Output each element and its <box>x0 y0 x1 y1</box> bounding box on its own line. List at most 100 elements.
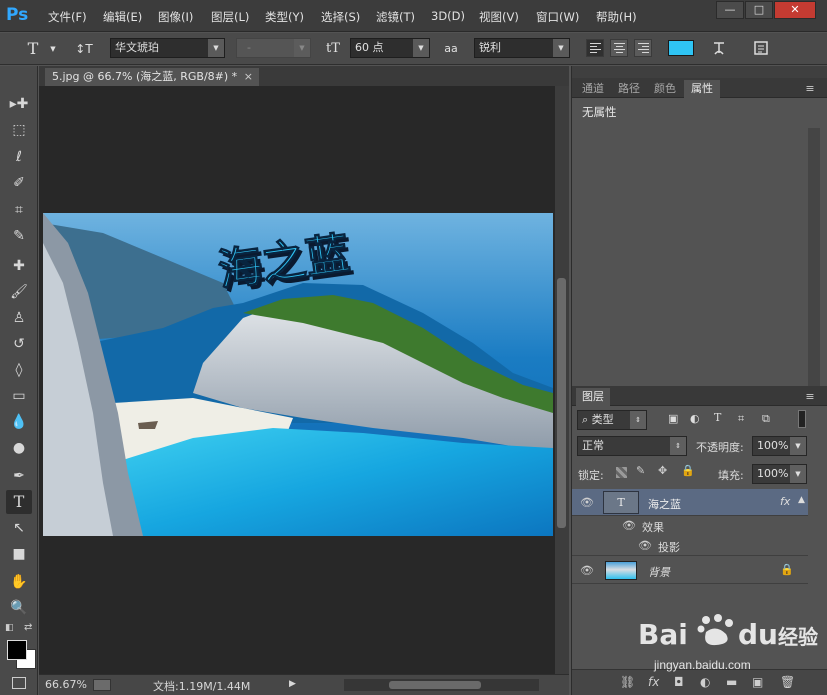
character-panel-icon[interactable] <box>750 39 772 59</box>
font-size-icon: tT <box>326 41 340 56</box>
visibility-eye-icon[interactable]: 👁 <box>622 519 636 532</box>
lock-pixels-icon[interactable]: ✎ <box>636 464 645 477</box>
layer-effect-drop-shadow-row[interactable]: 👁 投影 <box>572 536 808 556</box>
layer-name[interactable]: 海之蓝 <box>648 496 681 512</box>
menu-view[interactable]: 视图(V) <box>479 9 519 25</box>
lasso-tool-icon[interactable]: ℓ <box>6 145 32 169</box>
lock-transparency-icon[interactable] <box>616 467 627 478</box>
horizontal-scroll-thumb[interactable] <box>389 681 481 689</box>
zoom-tool-icon[interactable]: 🔍 <box>6 596 32 620</box>
tool-preset-chevron-icon[interactable]: ▼ <box>47 39 59 59</box>
clone-stamp-tool-icon[interactable]: ♙ <box>6 306 32 330</box>
filter-smart-object-icon[interactable]: ⧉ <box>762 412 770 426</box>
blur-tool-icon[interactable]: 💧 <box>6 410 32 434</box>
layer-effects-row[interactable]: 👁 效果 <box>572 516 808 536</box>
type-tool-icon[interactable]: T <box>22 39 44 59</box>
visibility-eye-icon[interactable]: 👁 <box>580 564 594 577</box>
tab-color[interactable]: 颜色 <box>648 80 682 98</box>
tab-properties[interactable]: 属性 <box>684 80 720 98</box>
layer-name[interactable]: 背景 <box>648 564 670 580</box>
zoom-level[interactable]: 66.67% <box>45 678 87 691</box>
close-tab-icon[interactable]: × <box>244 68 253 86</box>
layer-row-background[interactable]: 👁 背景 🔒 <box>572 557 808 584</box>
font-size-select[interactable]: 60 点 ▼ <box>350 38 430 58</box>
move-tool-icon[interactable]: ▸✚ <box>6 92 32 116</box>
quick-selection-tool-icon[interactable]: ✐ <box>6 171 32 195</box>
expand-effects-icon[interactable]: ▲ <box>798 495 805 505</box>
close-button[interactable]: ✕ <box>774 1 816 19</box>
minimize-button[interactable]: — <box>716 1 744 19</box>
gradient-tool-icon[interactable]: ▭ <box>6 384 32 408</box>
vertical-scroll-thumb[interactable] <box>557 278 566 528</box>
blend-mode-select[interactable]: 正常 ⇕ <box>577 436 687 456</box>
menu-3d[interactable]: 3D(D) <box>431 9 465 23</box>
menu-image[interactable]: 图像(I) <box>158 9 193 25</box>
status-arrow-icon[interactable]: ▶ <box>289 679 296 689</box>
path-selection-tool-icon[interactable]: ↖ <box>6 516 32 540</box>
antialias-select[interactable]: 锐利 ▼ <box>474 38 570 58</box>
eraser-tool-icon[interactable]: ◊ <box>6 358 32 382</box>
panel-menu-icon[interactable]: ≡ <box>800 80 820 98</box>
brush-tool-icon[interactable]: 🖌 <box>6 280 32 304</box>
maximize-button[interactable]: □ <box>745 1 773 19</box>
search-icon: ⌕ <box>582 413 589 426</box>
fill-label: 填充: <box>718 469 744 482</box>
quick-mask-icon[interactable] <box>12 677 26 689</box>
healing-brush-tool-icon[interactable]: ✚ <box>6 254 32 278</box>
visibility-eye-icon[interactable]: 👁 <box>638 539 652 552</box>
tab-layers[interactable]: 图层 <box>576 388 610 406</box>
eyedropper-tool-icon[interactable]: ✎ <box>6 224 32 248</box>
filter-adjustment-icon[interactable]: ◐ <box>690 412 700 425</box>
opacity-input[interactable]: 100% ▼ <box>752 436 807 456</box>
document-tab[interactable]: 5.jpg @ 66.7% (海之蓝, RGB/8#) * × <box>45 68 259 86</box>
align-right-button[interactable] <box>634 39 652 57</box>
filter-toggle-icon[interactable] <box>798 410 806 428</box>
hand-tool-icon[interactable]: ✋ <box>6 570 32 594</box>
menu-type[interactable]: 类型(Y) <box>265 9 304 25</box>
fill-input[interactable]: 100% ▼ <box>752 464 807 484</box>
text-color-swatch[interactable] <box>668 40 694 56</box>
foreground-color-swatch[interactable] <box>7 640 27 660</box>
tab-channels[interactable]: 通道 <box>576 80 610 98</box>
vertical-scrollbar[interactable] <box>555 86 569 674</box>
status-menu-icon[interactable] <box>93 679 111 691</box>
menu-window[interactable]: 窗口(W) <box>536 9 579 25</box>
filter-pixel-icon[interactable]: ▣ <box>668 412 678 425</box>
lock-all-icon[interactable]: 🔒 <box>681 464 695 477</box>
menu-layer[interactable]: 图层(L) <box>211 9 249 25</box>
default-colors-icon[interactable]: ◧ <box>5 623 14 633</box>
filter-type-icon[interactable]: T <box>714 411 721 424</box>
text-orientation-icon[interactable]: ↕T <box>72 39 96 59</box>
panel-menu-icon[interactable]: ≡ <box>800 388 820 406</box>
dodge-tool-icon[interactable]: ● <box>6 436 32 460</box>
image-canvas[interactable]: 海之蓝 海之蓝 <box>43 213 553 536</box>
font-family-select[interactable]: 华文琥珀 ▼ <box>110 38 225 58</box>
align-center-button[interactable] <box>610 39 628 57</box>
properties-scrollbar[interactable] <box>808 128 820 390</box>
tab-paths[interactable]: 路径 <box>612 80 646 98</box>
layer-filter-select[interactable]: ⌕ 类型 ⇕ <box>577 410 647 430</box>
lock-position-icon[interactable]: ✥ <box>658 464 667 477</box>
menu-edit[interactable]: 编辑(E) <box>103 9 142 25</box>
fx-icon[interactable]: fx <box>780 495 790 508</box>
pen-tool-icon[interactable]: ✒ <box>6 464 32 488</box>
warp-text-icon[interactable] <box>708 39 730 59</box>
filter-shape-icon[interactable]: ⌗ <box>738 412 744 426</box>
layer-row-text[interactable]: 👁 T 海之蓝 fx ▲ <box>572 489 808 516</box>
menu-filter[interactable]: 滤镜(T) <box>376 9 415 25</box>
menu-select[interactable]: 选择(S) <box>321 9 360 25</box>
align-left-button[interactable] <box>586 39 604 57</box>
history-brush-tool-icon[interactable]: ↺ <box>6 332 32 356</box>
watermark-url: jingyan.baidu.com <box>654 658 751 672</box>
crop-tool-icon[interactable]: ⌗ <box>6 198 32 222</box>
marquee-tool-icon[interactable]: ⬚ <box>6 118 32 142</box>
font-style-select[interactable]: - ▼ <box>236 38 311 58</box>
menu-file[interactable]: 文件(F) <box>48 9 87 25</box>
drop-shadow-label: 投影 <box>658 541 680 554</box>
visibility-eye-icon[interactable]: 👁 <box>580 496 594 509</box>
horizontal-scrollbar[interactable] <box>344 679 539 691</box>
menu-help[interactable]: 帮助(H) <box>596 9 637 25</box>
type-tool-icon[interactable]: T <box>6 490 32 514</box>
swap-colors-icon[interactable]: ⇄ <box>24 622 32 633</box>
rectangle-tool-icon[interactable]: ■ <box>6 542 32 566</box>
